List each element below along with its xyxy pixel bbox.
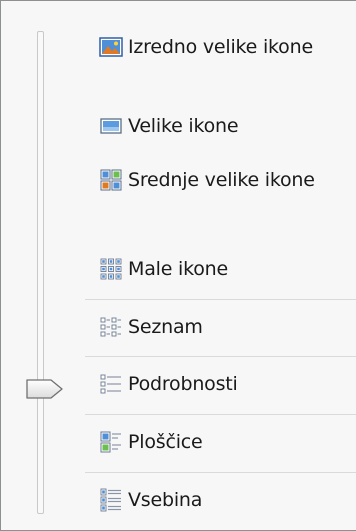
extra-large-icons-icon bbox=[98, 34, 124, 60]
menu-item-details[interactable]: Podrobnosti bbox=[80, 362, 356, 406]
details-icon bbox=[98, 371, 124, 397]
menu-item-label: Male ikone bbox=[128, 258, 229, 280]
menu-item-tiles[interactable]: Ploščice bbox=[80, 420, 356, 464]
view-options-menu: Izredno velike ikone Velike ikone Srednj… bbox=[0, 0, 356, 531]
list-icon bbox=[98, 314, 124, 340]
menu-item-extra-large-icons[interactable]: Izredno velike ikone bbox=[80, 25, 356, 69]
menu-separator bbox=[85, 356, 356, 357]
menu-item-label: Seznam bbox=[128, 316, 203, 338]
menu-item-label: Podrobnosti bbox=[128, 373, 238, 395]
tiles-icon bbox=[98, 429, 124, 455]
menu-separator bbox=[85, 472, 356, 473]
menu-item-list[interactable]: Seznam bbox=[80, 305, 356, 349]
small-icons-icon bbox=[98, 256, 124, 282]
medium-icons-icon bbox=[98, 167, 124, 193]
menu-item-label: Ploščice bbox=[128, 431, 203, 453]
menu-item-label: Vsebina bbox=[128, 489, 203, 511]
menu-item-content[interactable]: Vsebina bbox=[80, 478, 356, 522]
menu-item-label: Srednje velike ikone bbox=[128, 169, 315, 191]
menu-item-small-icons[interactable]: Male ikone bbox=[80, 247, 356, 291]
content-icon bbox=[98, 487, 124, 513]
menu-item-large-icons[interactable]: Velike ikone bbox=[80, 104, 356, 148]
menu-item-medium-icons[interactable]: Srednje velike ikone bbox=[80, 158, 356, 202]
menu-item-label: Velike ikone bbox=[128, 115, 239, 137]
menu-separator bbox=[85, 299, 356, 300]
view-size-slider-track[interactable] bbox=[37, 31, 44, 514]
menu-separator bbox=[85, 414, 356, 415]
large-icons-icon bbox=[98, 113, 124, 139]
view-size-slider-thumb[interactable] bbox=[25, 378, 65, 400]
menu-item-label: Izredno velike ikone bbox=[128, 36, 313, 58]
